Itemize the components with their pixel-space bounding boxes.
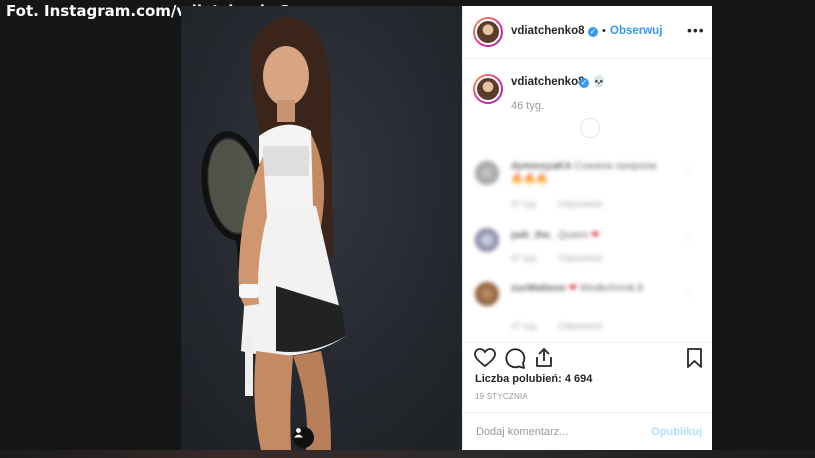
video-bottom-strip bbox=[0, 450, 815, 458]
comment-box: Dodaj komentarz... Opublikuj bbox=[463, 412, 712, 451]
verified-badge-icon: ✓ bbox=[588, 27, 598, 37]
comment-text: jadr_the_ Queen ❤ bbox=[511, 230, 599, 241]
likes-count[interactable]: Liczba polubień: 4 694 bbox=[475, 373, 592, 385]
comment-emoji: 🔥🔥🔥 bbox=[511, 174, 549, 185]
comment-username[interactable]: zucMatteoo bbox=[511, 283, 566, 294]
comment-emoji: ❤ bbox=[591, 230, 600, 241]
comment-like-icon[interactable]: ♡ bbox=[685, 166, 693, 177]
comment-like-icon[interactable]: ♡ bbox=[685, 288, 693, 299]
user-tag-icon[interactable] bbox=[293, 427, 314, 448]
comment-username[interactable]: jadr_the_ bbox=[511, 230, 555, 241]
comment-age: 47 tyg. bbox=[511, 199, 539, 209]
comment-avatar[interactable] bbox=[475, 228, 499, 252]
comment-avatar[interactable] bbox=[475, 282, 499, 306]
comment-age: 47 tyg. bbox=[511, 321, 539, 331]
comment-emoji: ❤ bbox=[568, 283, 578, 294]
share-icon[interactable] bbox=[534, 347, 554, 368]
post-sidebar: vdiatchenko8 ✓ • Obserwuj ••• vdiatchenk… bbox=[462, 6, 712, 450]
verified-badge-icon: ✓ bbox=[579, 78, 589, 88]
comment-username[interactable]: dymmsyaKA bbox=[511, 161, 572, 172]
comment-reply-button[interactable]: Odpowiedz bbox=[558, 253, 603, 263]
comment-age: 47 tyg. bbox=[511, 253, 539, 263]
comment-text: dymmsyaKA Cowanw swopsow bbox=[511, 161, 657, 172]
caption-age: 46 tyg. bbox=[511, 100, 545, 112]
bookmark-icon[interactable] bbox=[686, 348, 703, 368]
action-bar bbox=[463, 342, 712, 343]
post-photo bbox=[181, 6, 463, 450]
comment-icon[interactable] bbox=[504, 348, 526, 369]
comment-reply-button[interactable]: Odpowiedz bbox=[558, 199, 603, 209]
follow-button[interactable]: Obserwuj bbox=[610, 25, 662, 37]
comment-body: Queen bbox=[558, 230, 589, 241]
avatar[interactable] bbox=[473, 17, 503, 47]
ellipsis-icon[interactable]: ••• bbox=[687, 22, 705, 38]
comment-avatar[interactable] bbox=[475, 161, 499, 185]
comment-like-icon[interactable]: ♡ bbox=[685, 234, 693, 245]
header-username[interactable]: vdiatchenko8 bbox=[511, 25, 585, 37]
post-header: vdiatchenko8 ✓ • Obserwuj ••• bbox=[463, 6, 712, 59]
post-date[interactable]: 19 STYCZNIA bbox=[475, 392, 528, 401]
caption-text: 💀 bbox=[592, 76, 606, 88]
caption-avatar[interactable] bbox=[473, 74, 503, 104]
follow-separator: • bbox=[602, 25, 606, 37]
caption-username[interactable]: vdiatchenko8 bbox=[511, 76, 585, 88]
comment-body: Wodkchmnk.8 bbox=[579, 283, 644, 294]
heart-icon[interactable] bbox=[474, 348, 496, 368]
publish-button[interactable]: Opublikuj bbox=[651, 426, 702, 438]
comment-body: Cowanw swopsow bbox=[574, 161, 657, 172]
load-more-comments-button[interactable] bbox=[580, 118, 600, 138]
comment-input[interactable]: Dodaj komentarz... bbox=[476, 426, 568, 438]
comment-reply-button[interactable]: Odpowiedz bbox=[558, 321, 603, 331]
photo-illustration bbox=[181, 6, 463, 450]
comment-text: zucMatteoo ❤ Wodkchmnk.8 bbox=[511, 283, 643, 294]
